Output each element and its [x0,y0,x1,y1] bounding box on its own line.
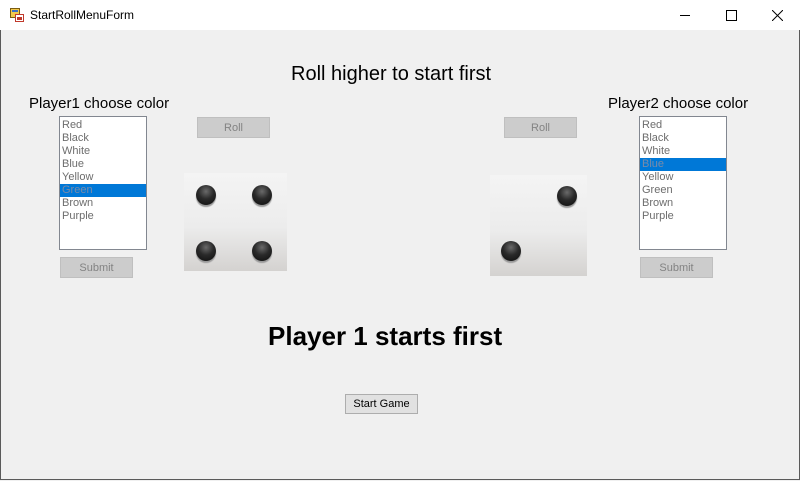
player1-roll-button[interactable]: Roll [197,117,270,138]
die-pip [252,185,272,205]
player2-color-label: Player2 choose color [608,95,749,112]
minimize-button[interactable] [662,0,708,30]
close-icon [771,9,783,21]
player2-die [490,175,587,276]
color-option-purple[interactable]: Purple [640,210,726,223]
color-option-blue[interactable]: Blue [640,158,726,171]
minimize-icon [680,15,690,16]
start-game-button[interactable]: Start Game [345,394,418,414]
window-title: StartRollMenuForm [30,8,135,22]
die-pip [557,186,577,206]
die-pip [196,185,216,205]
color-option-black[interactable]: Black [640,132,726,145]
color-option-yellow[interactable]: Yellow [640,171,726,184]
player1-color-label: Player1 choose color [29,95,170,112]
color-option-red[interactable]: Red [60,119,146,132]
result-text: Player 1 starts first [268,321,503,351]
color-option-brown[interactable]: Brown [640,197,726,210]
player2-roll-button[interactable]: Roll [504,117,577,138]
color-option-yellow[interactable]: Yellow [60,171,146,184]
player2-submit-button[interactable]: Submit [640,257,713,278]
player1-die [184,173,287,271]
color-option-white[interactable]: White [640,145,726,158]
player1-submit-button[interactable]: Submit [60,257,133,278]
die-pip [501,241,521,261]
color-option-black[interactable]: Black [60,132,146,145]
maximize-icon [725,9,737,21]
instruction-heading: Roll higher to start first [291,63,492,85]
player2-color-listbox[interactable]: Red Black White Blue Yellow Green Brown Purple [639,116,727,250]
color-option-green[interactable]: Green [60,184,146,197]
player1-color-listbox[interactable]: Red Black White Blue Yellow Green Brown Purple [59,116,147,250]
color-option-white[interactable]: White [60,145,146,158]
close-button[interactable] [754,0,800,30]
color-option-blue[interactable]: Blue [60,158,146,171]
title-bar[interactable]: StartRollMenuForm [0,0,800,30]
maximize-button[interactable] [708,0,754,30]
die-pip [196,241,216,261]
color-option-purple[interactable]: Purple [60,210,146,223]
die-pip [252,241,272,261]
color-option-green[interactable]: Green [640,184,726,197]
color-option-red[interactable]: Red [640,119,726,132]
app-icon [10,8,24,22]
color-option-brown[interactable]: Brown [60,197,146,210]
